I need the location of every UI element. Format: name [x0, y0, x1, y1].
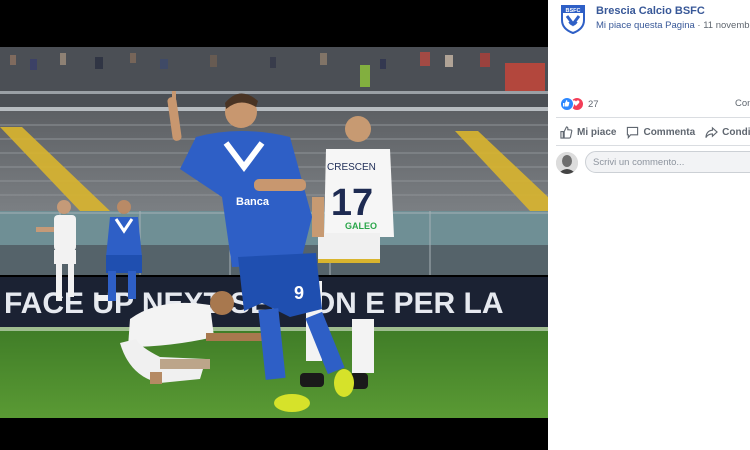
thumb-up-icon [560, 125, 573, 139]
meta-separator: · [697, 20, 701, 31]
like-reaction-icon [560, 97, 574, 111]
comment-button[interactable]: Commenta [626, 126, 695, 139]
comment-input[interactable] [586, 152, 750, 173]
reaction-count: 27 [588, 98, 599, 110]
shirt-sponsor-text: Banca [236, 196, 270, 208]
post-photo[interactable]: FACE UP NEXT SEASON E PER LA [0, 47, 548, 418]
like-button-label: Mi piace [577, 126, 617, 138]
comment-box[interactable] [585, 151, 750, 173]
football-photo: FACE UP NEXT SEASON E PER LA [0, 47, 548, 418]
avatar-portrait-icon [556, 152, 578, 174]
post-date[interactable]: 11 novembre [703, 20, 750, 31]
opponent-number-text: 17 [331, 182, 373, 224]
like-page-link[interactable]: Mi piace questa Pagina [596, 20, 695, 31]
page-logo-text: BSFC [566, 8, 581, 14]
post-side-panel: BSFC Brescia Calcio BSFC Mi piace questa… [548, 0, 750, 450]
divider-bottom [556, 145, 750, 146]
post-actions: Mi piace Commenta Condividi [560, 123, 750, 141]
page-logo-shield-icon[interactable]: BSFC [559, 4, 587, 35]
page-name-link[interactable]: Brescia Calcio BSFC [596, 5, 705, 17]
like-button[interactable]: Mi piace [560, 125, 617, 139]
share-button-label: Condividi [722, 126, 750, 138]
comment-button-label: Commenta [643, 126, 696, 138]
share-button[interactable]: Condividi [705, 126, 750, 139]
opponent-name-text: CRESCEN [327, 162, 376, 173]
comment-bubble-icon [627, 126, 639, 139]
commenter-avatar[interactable] [556, 152, 578, 174]
opponent-sponsor-text: GALEO [345, 221, 377, 231]
share-arrow-icon [705, 126, 719, 138]
post-meta: Mi piace questa Pagina · 11 novembre [596, 20, 750, 31]
reactions-summary[interactable]: 27 [560, 97, 599, 111]
photo-viewer: FACE UP NEXT SEASON E PER LA [0, 0, 548, 450]
shorts-number-text: 9 [294, 283, 304, 303]
comments-count-link[interactable]: Commenti [735, 98, 750, 109]
divider-top [556, 117, 750, 118]
